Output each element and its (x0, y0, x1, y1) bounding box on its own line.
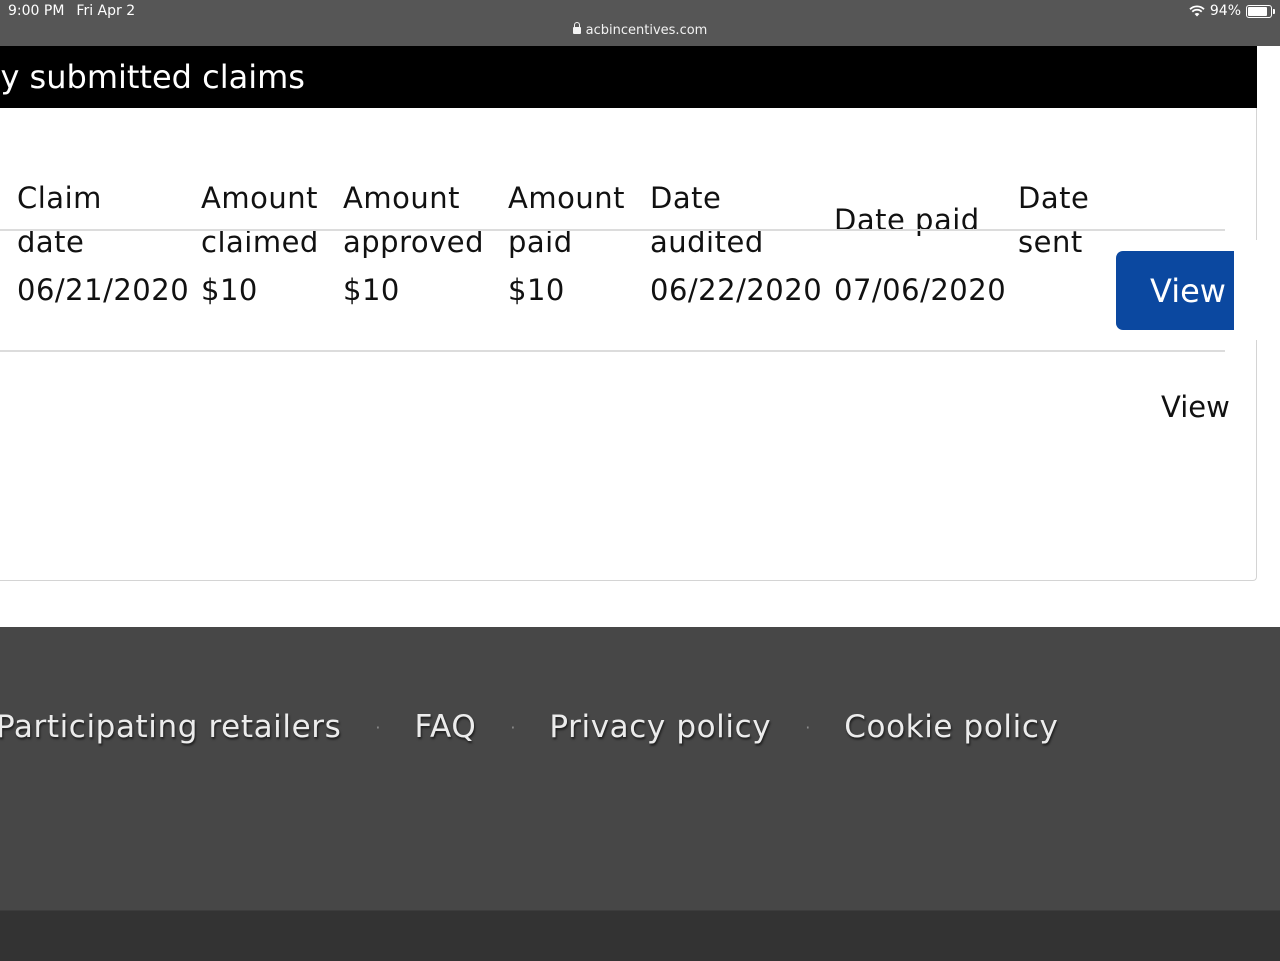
header-date-audited: Date audited (650, 176, 764, 264)
header-date-sent-line1: Date (1018, 181, 1090, 215)
footer: Participating retailers · FAQ · Privacy … (0, 627, 1280, 910)
header-amount-paid: Amount paid (508, 176, 625, 264)
wifi-icon (1189, 5, 1205, 17)
clock: 9:00 PM (8, 3, 65, 19)
header-amount-approved-line2: approved (343, 225, 485, 259)
view-button-clip (1234, 240, 1264, 340)
header-claim-date-line2: date (17, 225, 85, 259)
header-date-audited-line1: Date (650, 181, 722, 215)
footer-separator: · (375, 717, 381, 737)
status-time: 9:00 PM Fri Apr 2 (8, 3, 135, 19)
footer-link-privacy-policy[interactable]: Privacy policy (549, 709, 771, 745)
header-claim-date-line1: Claim (17, 181, 102, 215)
cell-amount-approved: $10 (343, 273, 400, 307)
header-amount-paid-line1: Amount (508, 181, 625, 215)
header-amount-claimed-line1: Amount (201, 181, 318, 215)
header-date-sent-line2: sent (1018, 225, 1083, 259)
footer-separator: · (805, 717, 811, 737)
header-date-paid: Date paid (834, 203, 980, 237)
footer-separator: · (510, 717, 516, 737)
footer-link-cookie-policy[interactable]: Cookie policy (844, 709, 1058, 745)
footer-link-faq[interactable]: FAQ (414, 709, 476, 745)
header-amount-approved: Amount approved (343, 176, 484, 264)
claims-card-header: tly submitted claims (0, 46, 1257, 108)
cell-date-audited: 06/22/2020 (650, 273, 823, 307)
header-amount-claimed-line2: claimed (201, 225, 319, 259)
url-text: acbincentives.com (585, 23, 708, 38)
cell-date-paid: 07/06/2020 (834, 273, 1007, 307)
header-date-audited-line2: audited (650, 225, 764, 259)
battery-fill (1248, 6, 1267, 16)
claims-card: tly submitted claims Claim date Amount c… (0, 46, 1257, 581)
row-divider (0, 350, 1225, 352)
header-claim-date: Claim date (17, 176, 102, 264)
footer-links: Participating retailers · FAQ · Privacy … (0, 709, 1058, 745)
cell-amount-claimed: $10 (201, 273, 258, 307)
battery-icon (1246, 4, 1275, 18)
status-right: 94% (1189, 3, 1275, 19)
header-amount-approved-line1: Amount (343, 181, 460, 215)
view-claim-button[interactable]: View (1116, 251, 1246, 330)
status-bar: 9:00 PM Fri Apr 2 acbincentives.com 94% (0, 0, 1280, 46)
battery-percent: 94% (1209, 3, 1241, 19)
status-date: Fri Apr 2 (76, 3, 136, 19)
header-amount-paid-line2: paid (508, 225, 573, 259)
view-link[interactable]: View (1161, 390, 1230, 424)
lock-icon (572, 22, 581, 34)
bottom-bar (0, 910, 1280, 961)
header-date-sent: Date sent (1018, 176, 1089, 264)
header-amount-claimed: Amount claimed (201, 176, 319, 264)
cell-claim-date: 06/21/2020 (17, 273, 190, 307)
claims-title: tly submitted claims (0, 58, 305, 96)
cell-amount-paid: $10 (508, 273, 565, 307)
address-bar[interactable]: acbincentives.com (0, 22, 1280, 38)
footer-link-participating-retailers[interactable]: Participating retailers (0, 709, 341, 745)
header-divider (0, 229, 1225, 231)
